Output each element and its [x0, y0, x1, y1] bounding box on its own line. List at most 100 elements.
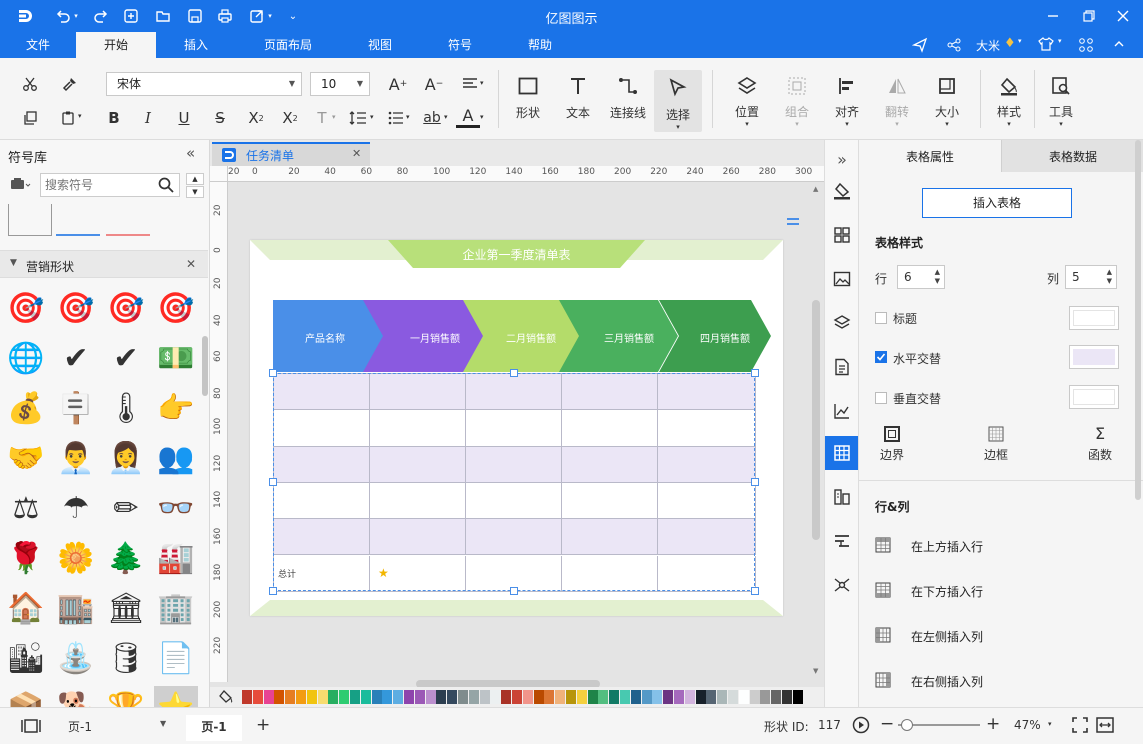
chart-icon[interactable]: [825, 394, 859, 428]
scales-icon[interactable]: ⚖: [4, 486, 48, 530]
rose-icon[interactable]: 🌹: [4, 536, 48, 580]
paste-dropdown-icon[interactable]: ▾: [78, 112, 82, 120]
color-swatch[interactable]: [609, 690, 620, 704]
menu-symbols[interactable]: 符号: [430, 32, 490, 58]
connector-button[interactable]: 连接线: [605, 68, 651, 128]
color-swatch[interactable]: [306, 690, 317, 704]
color-swatch[interactable]: [350, 690, 360, 704]
group-button[interactable]: 组合 ▾: [774, 68, 820, 128]
search-icon[interactable]: [157, 176, 175, 194]
businesswoman-icon[interactable]: 👩‍💼: [104, 436, 148, 480]
superscript-icon[interactable]: X2: [244, 106, 268, 130]
page-options-icon[interactable]: [786, 216, 800, 228]
scroll-down-arrow-icon[interactable]: ▼: [813, 667, 818, 675]
color-swatch[interactable]: [490, 690, 501, 704]
businessman-icon[interactable]: 👨‍💼: [54, 436, 98, 480]
scroll-up-arrow-icon[interactable]: ▲: [813, 185, 818, 193]
line-spacing-icon[interactable]: [346, 106, 370, 130]
tab-table-properties[interactable]: 表格属性: [859, 140, 1001, 172]
color-swatch[interactable]: [771, 690, 782, 704]
dog-icon[interactable]: 🐕: [54, 686, 98, 708]
stepper-arrows-icon[interactable]: ▲ ▼: [935, 268, 940, 286]
bank-icon[interactable]: 🏛: [104, 586, 148, 630]
signpost-icon[interactable]: 🪧: [54, 386, 98, 430]
color-swatch[interactable]: [684, 690, 695, 704]
paste-icon[interactable]: [56, 106, 80, 130]
color-swatch[interactable]: [328, 690, 339, 704]
flower-icon[interactable]: 🌼: [54, 536, 98, 580]
fountain-icon[interactable]: ⛲: [54, 636, 98, 680]
tab-table-data[interactable]: 表格数据: [1001, 140, 1143, 172]
highlight-color-dropdown-icon[interactable]: ▾: [444, 113, 448, 121]
color-swatch[interactable]: [274, 690, 285, 704]
insert-row-above-action[interactable]: 在上方插入行: [859, 530, 1143, 560]
color-swatch[interactable]: [285, 690, 296, 704]
strikethrough-icon[interactable]: S: [208, 106, 232, 130]
title-checkbox[interactable]: [875, 312, 887, 324]
color-swatch[interactable]: [620, 690, 630, 704]
thermometer-icon[interactable]: 🌡: [104, 386, 148, 430]
box-icon[interactable]: 📦: [4, 686, 48, 708]
resize-handle[interactable]: [510, 369, 518, 377]
section-expand-icon[interactable]: ▼: [10, 258, 17, 268]
color-swatch[interactable]: [360, 690, 371, 704]
color-swatch[interactable]: [652, 690, 663, 704]
font-name-select[interactable]: 宋体 ▼: [106, 72, 302, 96]
color-swatch[interactable]: [436, 690, 447, 704]
flip-button[interactable]: 翻转 ▾: [874, 68, 920, 128]
text-button[interactable]: 文本: [555, 68, 601, 128]
fill-icon[interactable]: [825, 174, 859, 208]
function-tool[interactable]: Σ 函数: [1085, 426, 1115, 463]
resize-handle[interactable]: [751, 478, 759, 486]
page-tab[interactable]: 页-1: [186, 715, 242, 741]
factory-icon[interactable]: 🏭: [154, 536, 198, 580]
size-button[interactable]: 大小 ▾: [924, 68, 970, 128]
section-header[interactable]: ▼ 营销形状 ✕: [0, 250, 208, 278]
align-text-dropdown-icon[interactable]: ▾: [480, 79, 484, 87]
color-swatch[interactable]: [566, 690, 576, 704]
color-swatch[interactable]: [792, 690, 803, 704]
expand-panel-icon[interactable]: »: [825, 142, 859, 176]
close-tab-icon[interactable]: ✕: [352, 147, 361, 160]
insert-table-button[interactable]: 插入表格: [922, 188, 1072, 218]
play-icon[interactable]: [852, 716, 870, 734]
color-swatch[interactable]: [296, 690, 306, 704]
menu-file[interactable]: 文件: [10, 32, 66, 58]
bullet-list-icon[interactable]: [384, 106, 408, 130]
add-page-icon[interactable]: +: [256, 715, 270, 735]
pencil-icon[interactable]: ✏: [104, 486, 148, 530]
color-swatch[interactable]: [425, 690, 436, 704]
color-swatch[interactable]: [760, 690, 771, 704]
boundary-tool[interactable]: 边界: [877, 426, 907, 463]
target-hit-icon[interactable]: 🎯: [154, 286, 198, 330]
user-dropdown-icon[interactable]: ▾: [1018, 37, 1022, 45]
font-color-icon[interactable]: A: [456, 106, 480, 128]
menu-page-layout[interactable]: 页面布局: [248, 32, 328, 58]
font-size-select[interactable]: 10 ▼: [310, 72, 370, 96]
vertical-alternate-checkbox[interactable]: [875, 392, 887, 404]
color-swatch[interactable]: [576, 690, 587, 704]
color-swatch[interactable]: [663, 690, 674, 704]
skyscraper-icon[interactable]: 🏙: [4, 636, 48, 680]
position-button[interactable]: 位置 ▾: [724, 68, 770, 128]
color-swatch[interactable]: [242, 690, 252, 704]
font-color-dropdown-icon[interactable]: ▾: [480, 113, 484, 121]
color-swatch[interactable]: [522, 690, 533, 704]
title-color-swatch[interactable]: [1069, 306, 1119, 330]
search-input[interactable]: [45, 176, 151, 194]
resize-handle[interactable]: [510, 587, 518, 595]
bullet-list-dropdown-icon[interactable]: ▾: [406, 113, 410, 121]
pointing-hand-icon[interactable]: 👉: [154, 386, 198, 430]
menu-home[interactable]: 开始: [76, 32, 156, 58]
menu-view[interactable]: 视图: [350, 32, 410, 58]
color-swatch[interactable]: [728, 690, 738, 704]
timeline-icon[interactable]: [825, 524, 859, 558]
columns-stepper[interactable]: 5 ▲ ▼: [1065, 265, 1117, 289]
share-icon[interactable]: [946, 37, 964, 53]
umbrella-icon[interactable]: ☂: [54, 486, 98, 530]
color-swatch[interactable]: [738, 690, 749, 704]
glasses-icon[interactable]: 👓: [154, 486, 198, 530]
resize-handle[interactable]: [269, 478, 277, 486]
resize-handle[interactable]: [751, 587, 759, 595]
restore-icon[interactable]: [1080, 7, 1098, 25]
